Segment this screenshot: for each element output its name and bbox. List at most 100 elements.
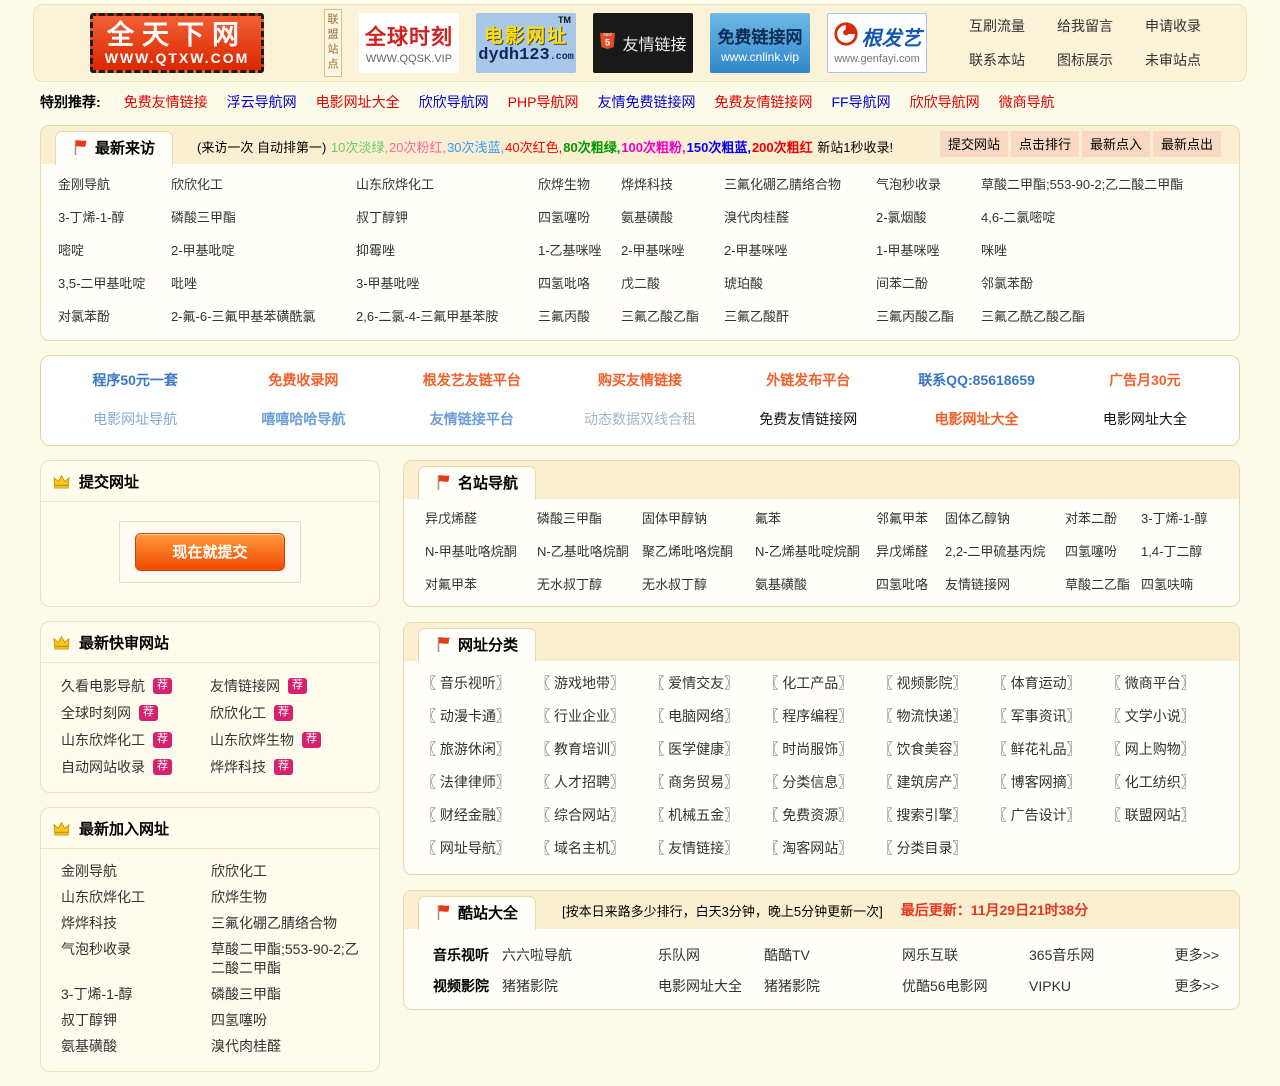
recommend-link[interactable]: 友情免费链接网 bbox=[597, 92, 695, 112]
visitor-link[interactable]: 2-氯烟酸 bbox=[876, 210, 927, 225]
header-link-unreviewed[interactable]: 未审站点 bbox=[1145, 50, 1201, 70]
submit-now-button[interactable]: 现在就提交 bbox=[135, 533, 285, 571]
famous-link[interactable]: N-乙基吡咯烷酮 bbox=[537, 544, 629, 559]
category-link[interactable]: 〖 综合网站〗 bbox=[536, 805, 650, 825]
category-link[interactable]: 〖 程序编程〗 bbox=[764, 706, 878, 726]
newly-added-link[interactable]: 三氟化硼乙腈络合物 bbox=[211, 914, 359, 933]
visitor-link[interactable]: 2,6-二氯-4-三氟甲基苯胺 bbox=[356, 309, 498, 324]
category-link[interactable]: 〖 淘客网站〗 bbox=[764, 838, 878, 858]
header-link-traffic[interactable]: 互刷流量 bbox=[969, 16, 1025, 36]
category-link[interactable]: 〖 文学小说〗 bbox=[1107, 706, 1221, 726]
category-link[interactable]: 〖 游戏地带〗 bbox=[536, 673, 650, 693]
category-link[interactable]: 〖 分类目录〗 bbox=[879, 838, 993, 858]
category-link[interactable]: 〖 时尚服饰〗 bbox=[764, 739, 878, 759]
header-link-apply[interactable]: 申请收录 bbox=[1145, 16, 1201, 36]
category-link[interactable]: 〖 网址导航〗 bbox=[422, 838, 536, 858]
famous-link[interactable]: 友情链接网 bbox=[945, 577, 1010, 592]
category-link[interactable]: 〖 体育运动〗 bbox=[993, 673, 1107, 693]
visitor-link[interactable]: 3-甲基吡唑 bbox=[356, 276, 420, 291]
ad-link[interactable]: 外链发布平台 bbox=[724, 370, 892, 390]
ad-link[interactable]: 广告月30元 bbox=[1061, 370, 1229, 390]
visitor-link[interactable]: 间苯二酚 bbox=[876, 276, 928, 291]
banner-genfayi[interactable]: 根发艺 www.genfayi.com bbox=[827, 13, 927, 73]
visitor-link[interactable]: 金刚导航 bbox=[58, 177, 110, 192]
fast-review-link[interactable]: 烨烨科技 bbox=[210, 757, 266, 777]
category-link[interactable]: 〖 音乐视听〗 bbox=[422, 673, 536, 693]
ad-link[interactable]: 购买友情链接 bbox=[556, 370, 724, 390]
famous-link[interactable]: 固体甲醇钠 bbox=[642, 511, 707, 526]
header-link-contact[interactable]: 联系本站 bbox=[969, 50, 1025, 70]
category-link[interactable]: 〖 鲜花礼品〗 bbox=[993, 739, 1107, 759]
famous-link[interactable]: 氨基磺酸 bbox=[755, 577, 807, 592]
recommend-link[interactable]: 欣欣导航网 bbox=[910, 92, 980, 112]
category-link[interactable]: 〖 医学健康〗 bbox=[650, 739, 764, 759]
fast-review-link[interactable]: 自动网站收录 bbox=[61, 757, 145, 777]
fast-review-link[interactable]: 全球时刻网 bbox=[61, 703, 131, 723]
category-link[interactable]: 〖 商务贸易〗 bbox=[650, 772, 764, 792]
famous-link[interactable]: 聚乙烯吡咯烷酮 bbox=[642, 544, 733, 559]
famous-link[interactable]: 无水叔丁醇 bbox=[642, 577, 707, 592]
newly-added-link[interactable]: 四氢噻吩 bbox=[211, 1011, 359, 1030]
famous-link[interactable]: 固体乙醇钠 bbox=[945, 511, 1010, 526]
tab-cool-sites[interactable]: 酷站大全 bbox=[418, 896, 536, 930]
visitor-link[interactable]: 嘧啶 bbox=[58, 243, 84, 258]
category-link[interactable]: 〖 教育培训〗 bbox=[536, 739, 650, 759]
visitor-link[interactable]: 吡唑 bbox=[171, 276, 197, 291]
newly-added-link[interactable]: 欣欣化工 bbox=[211, 862, 359, 881]
more-link[interactable]: 更多>> bbox=[1166, 945, 1225, 965]
famous-link[interactable]: 磷酸三甲酯 bbox=[537, 511, 602, 526]
famous-link[interactable]: 对苯二酚 bbox=[1065, 511, 1117, 526]
category-link[interactable]: 〖 博客网摘〗 bbox=[993, 772, 1107, 792]
visitor-link[interactable]: 草酸二甲酯;553-90-2;乙二酸二甲酯 bbox=[981, 177, 1183, 192]
visitor-link[interactable]: 四氢吡咯 bbox=[538, 276, 590, 291]
visitor-link[interactable]: 欣烨生物 bbox=[538, 177, 590, 192]
cool-site-link[interactable]: VIPKU bbox=[1029, 978, 1166, 994]
newly-added-link[interactable]: 气泡秒收录 bbox=[61, 940, 211, 959]
famous-link[interactable]: N-甲基吡咯烷酮 bbox=[425, 544, 517, 559]
category-link[interactable]: 〖 联盟网站〗 bbox=[1107, 805, 1221, 825]
cool-site-link[interactable]: 优酷56电影网 bbox=[902, 976, 1029, 996]
visitor-link[interactable]: 三氟乙酸乙酯 bbox=[621, 309, 699, 324]
ad-link[interactable]: 电影网址大全 bbox=[1061, 409, 1229, 429]
visitor-link[interactable]: 邻氯苯酚 bbox=[981, 276, 1033, 291]
ad-link[interactable]: 免费收录网 bbox=[219, 370, 387, 390]
ad-link[interactable]: 动态数据双线合租 bbox=[556, 409, 724, 429]
fast-review-link[interactable]: 欣欣化工 bbox=[210, 703, 266, 723]
famous-link[interactable]: 邻氟甲苯 bbox=[876, 511, 928, 526]
tab-categories[interactable]: 网址分类 bbox=[418, 628, 536, 662]
newly-added-link[interactable]: 山东欣烨化工 bbox=[61, 888, 211, 907]
category-link[interactable]: 〖 财经金融〗 bbox=[422, 805, 536, 825]
cool-site-link[interactable]: 网乐互联 bbox=[902, 945, 1029, 965]
visitor-link[interactable]: 三氟乙酸酐 bbox=[724, 309, 789, 324]
category-link[interactable]: 〖 机械五金〗 bbox=[650, 805, 764, 825]
latest-out-button[interactable]: 最新点出 bbox=[1153, 131, 1221, 157]
visitor-link[interactable]: 戊二酸 bbox=[621, 276, 660, 291]
recommend-link[interactable]: 电影网址大全 bbox=[316, 92, 400, 112]
newly-added-link[interactable]: 磷酸三甲酯 bbox=[211, 985, 359, 1004]
visitor-link[interactable]: 2-甲基吡啶 bbox=[171, 243, 235, 258]
visitor-link[interactable]: 咪唑 bbox=[981, 243, 1007, 258]
fast-review-link[interactable]: 久看电影导航 bbox=[61, 676, 145, 696]
category-link[interactable]: 〖 化工纺织〗 bbox=[1107, 772, 1221, 792]
category-link[interactable]: 〖 动漫卡通〗 bbox=[422, 706, 536, 726]
famous-link[interactable]: 1,4-丁二醇 bbox=[1141, 544, 1202, 559]
newly-added-link[interactable]: 草酸二甲酯;553-90-2;乙二酸二甲酯 bbox=[211, 940, 359, 978]
visitor-link[interactable]: 3,5-二甲基吡啶 bbox=[58, 276, 145, 291]
ad-link[interactable]: 程序50元一套 bbox=[51, 370, 219, 390]
visitor-link[interactable]: 磷酸三甲酯 bbox=[171, 210, 236, 225]
recommend-link[interactable]: 浮云导航网 bbox=[227, 92, 297, 112]
newly-added-link[interactable]: 3-丁烯-1-醇 bbox=[61, 985, 211, 1004]
recommend-link[interactable]: 欣欣导航网 bbox=[419, 92, 489, 112]
newly-added-link[interactable]: 氨基磺酸 bbox=[61, 1037, 211, 1056]
category-link[interactable]: 〖 分类信息〗 bbox=[764, 772, 878, 792]
category-link[interactable]: 〖 广告设计〗 bbox=[993, 805, 1107, 825]
category-link[interactable]: 〖 行业企业〗 bbox=[536, 706, 650, 726]
visitor-link[interactable]: 4,6-二氯嘧啶 bbox=[981, 210, 1055, 225]
category-link[interactable]: 〖 旅游休闲〗 bbox=[422, 739, 536, 759]
visitor-link[interactable]: 1-乙基咪唑 bbox=[538, 243, 602, 258]
banner-dydh123[interactable]: TM 电影网址 dydh123.com bbox=[476, 13, 576, 73]
ad-link[interactable]: 联系QQ:85618659 bbox=[892, 370, 1060, 390]
cool-site-link[interactable]: 电影网址大全 bbox=[658, 976, 764, 996]
ad-link[interactable]: 电影网址导航 bbox=[51, 409, 219, 429]
famous-link[interactable]: 异戊烯醛 bbox=[425, 511, 477, 526]
